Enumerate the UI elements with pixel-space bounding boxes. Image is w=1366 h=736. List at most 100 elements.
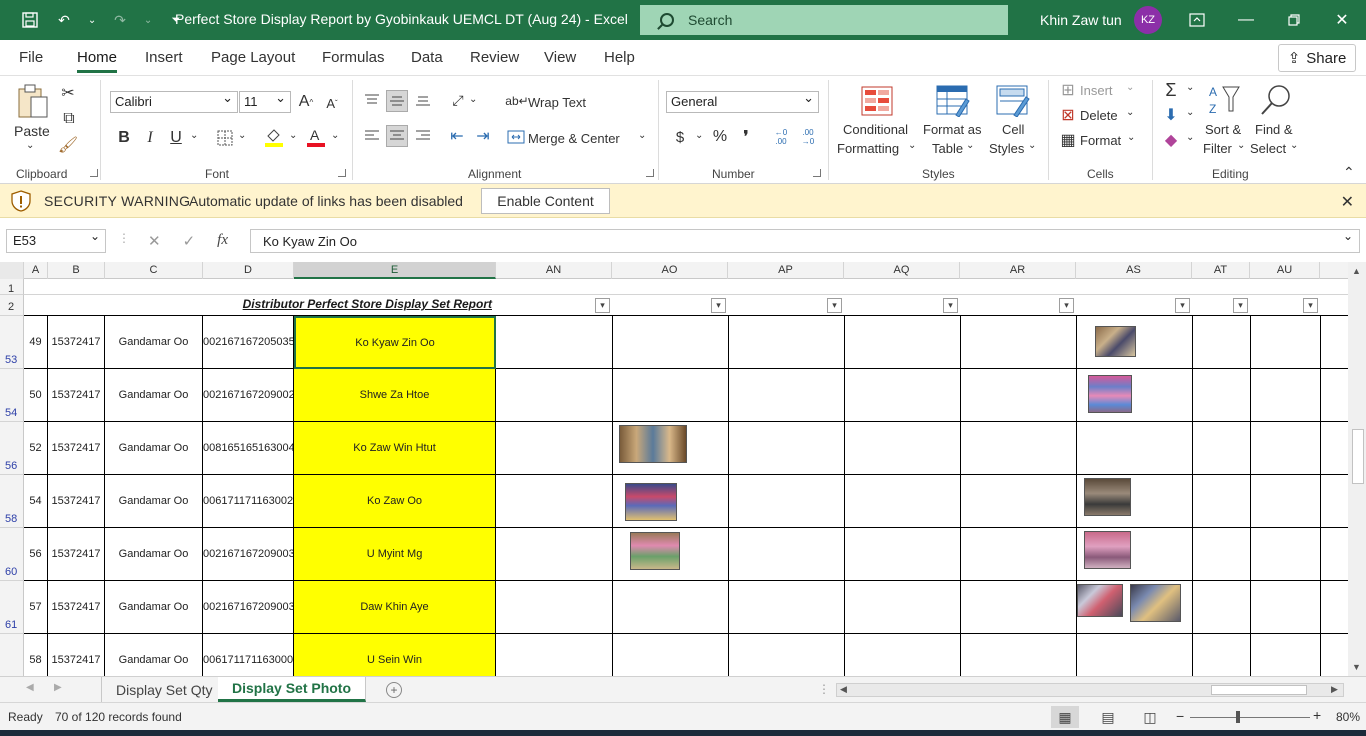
cell-e[interactable]: Daw Khin Aye	[294, 581, 496, 634]
ribbon-display-options-icon[interactable]	[1185, 8, 1209, 32]
paste-label[interactable]: Paste	[14, 123, 50, 139]
top-align-icon[interactable]	[362, 90, 382, 110]
cell-e-selected[interactable]: Ko Kyaw Zin Oo	[294, 316, 496, 369]
wrap-text-button[interactable]: Wrap Text	[528, 95, 586, 110]
tab-home[interactable]: Home	[77, 49, 118, 73]
column-header-ap[interactable]: AP	[728, 262, 844, 279]
cell-e[interactable]: Shwe Za Htoe	[294, 369, 496, 422]
column-header-as[interactable]: AS	[1076, 262, 1192, 279]
borders-icon[interactable]	[214, 128, 236, 148]
clipboard-launcher-icon[interactable]	[90, 169, 98, 177]
font-size-select[interactable]: 11	[239, 90, 291, 113]
sheet-tab-display-set-qty[interactable]: Display Set Qty	[101, 677, 228, 702]
filter-dropdown-icon[interactable]: ▾	[595, 298, 610, 313]
column-header-a[interactable]: A	[24, 262, 48, 279]
worksheet-grid[interactable]: A B C D E AN AO AP AQ AR AS AT AU 1 2 Di…	[0, 262, 1366, 676]
column-header-an[interactable]: AN	[496, 262, 612, 279]
find-select-label-2[interactable]: Select	[1250, 141, 1286, 156]
currency-dropdown-icon[interactable]: ⌄	[695, 130, 703, 141]
cell-styles-label-2[interactable]: Styles	[989, 141, 1024, 156]
filter-dropdown-icon[interactable]: ▾	[827, 298, 842, 313]
cell-d[interactable]: 002167167209003	[203, 528, 294, 581]
row-header[interactable]: 53	[0, 316, 24, 369]
formula-input[interactable]: Ko Kyaw Zin Oo	[250, 229, 1360, 253]
delete-dropdown-icon[interactable]: ⌄	[1126, 107, 1134, 118]
cell-b[interactable]: 15372417	[48, 634, 105, 676]
search-box[interactable]: Search	[640, 5, 1008, 35]
cell-c[interactable]: Gandamar Oo	[105, 422, 203, 475]
cell-e[interactable]: U Sein Win	[294, 634, 496, 676]
redo-icon[interactable]: ↷	[110, 10, 130, 30]
cell-d[interactable]: 008165165163004	[203, 422, 294, 475]
decrease-indent-icon[interactable]: ⇤	[446, 126, 468, 146]
tab-splitter-icon[interactable]: ⋮	[818, 682, 830, 696]
cancel-icon[interactable]: ✕	[148, 232, 161, 250]
format-table-dropdown-icon[interactable]: ⌄	[966, 140, 974, 151]
cell-d[interactable]: 002167167209002	[203, 369, 294, 422]
insert-cells-icon[interactable]: ⊞	[1059, 82, 1077, 99]
find-select-icon[interactable]	[1258, 82, 1294, 118]
store-photo[interactable]	[1077, 584, 1123, 617]
cell-c[interactable]: Gandamar Oo	[105, 581, 203, 634]
cut-icon[interactable]: ✂	[60, 84, 76, 102]
select-all-corner[interactable]	[0, 262, 24, 279]
cell-b[interactable]: 15372417	[48, 475, 105, 528]
store-photo[interactable]	[1095, 326, 1136, 357]
zoom-level[interactable]: 80%	[1336, 710, 1360, 724]
tab-data[interactable]: Data	[411, 49, 443, 66]
merge-center-button[interactable]: Merge & Center	[528, 131, 620, 146]
conditional-formatting-icon[interactable]	[860, 84, 894, 118]
increase-indent-icon[interactable]: ⇥	[472, 126, 494, 146]
conditional-formatting-label-1[interactable]: Conditional	[843, 122, 908, 137]
align-right-icon[interactable]	[413, 126, 433, 146]
zoom-slider[interactable]	[1190, 717, 1310, 718]
paste-icon[interactable]	[14, 82, 52, 122]
scroll-thumb[interactable]	[1211, 685, 1307, 695]
tab-review[interactable]: Review	[470, 49, 519, 66]
fill-color-dropdown-icon[interactable]: ⌄	[289, 130, 297, 141]
tab-page-layout[interactable]: Page Layout	[211, 49, 295, 66]
cell-a[interactable]: 52	[24, 422, 48, 475]
row-header[interactable]: 60	[0, 528, 24, 581]
column-header-d[interactable]: D	[203, 262, 294, 279]
delete-cells-icon[interactable]: ⊠	[1059, 107, 1077, 124]
normal-view-icon[interactable]: ▦	[1051, 706, 1079, 728]
enter-icon[interactable]: ✓	[183, 232, 196, 250]
align-left-icon[interactable]	[362, 126, 382, 146]
clear-dropdown-icon[interactable]: ⌄	[1186, 132, 1194, 143]
cell-b[interactable]: 15372417	[48, 316, 105, 369]
currency-button[interactable]: $	[672, 127, 688, 147]
cell-e[interactable]: U Myint Mg	[294, 528, 496, 581]
avatar[interactable]: KZ	[1134, 6, 1162, 34]
store-photo[interactable]	[1084, 531, 1131, 569]
bold-button[interactable]: B	[115, 128, 133, 148]
cell-a[interactable]: 58	[24, 634, 48, 676]
cell-a[interactable]: 50	[24, 369, 48, 422]
cell-d[interactable]: 002167167205035	[203, 316, 294, 369]
cell-d[interactable]: 006171171163002	[203, 475, 294, 528]
scroll-down-icon[interactable]: ▼	[1352, 662, 1361, 672]
tab-view[interactable]: View	[544, 49, 576, 66]
insert-function-icon[interactable]: fx	[217, 232, 228, 250]
horizontal-scrollbar[interactable]: ◀ ▶	[836, 683, 1344, 697]
undo-icon[interactable]: ↶	[54, 10, 74, 30]
save-icon[interactable]	[20, 10, 40, 30]
filter-dropdown-icon[interactable]: ▾	[943, 298, 958, 313]
name-box[interactable]: E53	[6, 229, 106, 253]
percent-button[interactable]: %	[710, 127, 730, 147]
cell-styles-label-1[interactable]: Cell	[1002, 122, 1024, 137]
filter-dropdown-icon[interactable]: ▾	[711, 298, 726, 313]
align-center-icon[interactable]	[386, 125, 408, 147]
cell-c[interactable]: Gandamar Oo	[105, 475, 203, 528]
decrease-decimal-icon[interactable]: .00 →0	[797, 126, 819, 148]
bottom-align-icon[interactable]	[413, 90, 433, 110]
filter-dropdown-icon[interactable]: ▾	[1175, 298, 1190, 313]
page-layout-view-icon[interactable]: ▤	[1094, 706, 1122, 728]
format-cells-button[interactable]: Format	[1080, 133, 1121, 148]
comma-button[interactable]: ❜	[737, 127, 755, 147]
store-photo[interactable]	[619, 425, 687, 463]
format-as-table-icon[interactable]	[936, 84, 970, 118]
orientation-icon[interactable]: ⤢	[447, 90, 469, 110]
copy-icon[interactable]: ⧉	[58, 110, 80, 128]
cell-styles-dropdown-icon[interactable]: ⌄	[1028, 140, 1036, 151]
